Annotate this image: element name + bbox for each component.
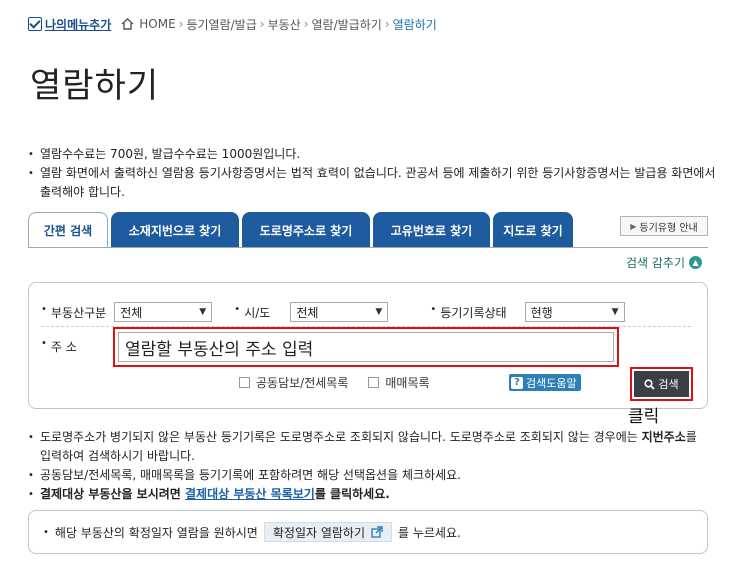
confirm-date-tail: 를 누르세요.: [398, 525, 461, 540]
notice-fee: 열람수수료는 700원, 발급수수료는 1000원입니다.: [28, 145, 718, 164]
breadcrumb-current: 열람하기: [392, 17, 437, 32]
tab-road-address[interactable]: 도로명주소로 찾기: [242, 212, 370, 248]
city-select[interactable]: 전체 ▼: [290, 302, 389, 322]
breadcrumb-separator: ›: [384, 17, 390, 31]
record-status-label: 등기기록상태: [430, 304, 506, 321]
hide-search-label: 검색 감추기: [626, 256, 686, 270]
question-icon: ?: [511, 376, 523, 389]
chevron-up-icon: ▲: [689, 256, 703, 269]
payment-list-link[interactable]: 결제대상 부동산 목록보기: [185, 487, 315, 501]
city-value: 전체: [296, 305, 319, 320]
tabs-divider: [28, 247, 708, 248]
tab-map[interactable]: 지도로 찾기: [493, 212, 573, 248]
tab-simple-search[interactable]: 간편 검색: [28, 212, 108, 248]
property-type-select[interactable]: 전체 ▼: [114, 302, 213, 322]
record-status-select[interactable]: 현행 ▼: [524, 302, 625, 322]
note-options: 공동담보/전세목록, 매매목록을 등기기록에 포함하려면 해당 선택옵션을 체크…: [28, 466, 708, 485]
chevron-down-icon: ▼: [375, 307, 383, 317]
breadcrumb-registry[interactable]: 등기열람/발급: [186, 16, 256, 33]
tab-lot-number[interactable]: 소재지번으로 찾기: [111, 212, 239, 248]
bullet: •: [43, 526, 49, 538]
home-icon: [121, 18, 134, 30]
options-row: 공동담보/전세목록 매매목록: [239, 374, 430, 391]
address-input[interactable]: 열람할 부동산의 주소 입력: [118, 332, 614, 362]
confirm-date-button-label: 확정일자 열람하기: [272, 525, 365, 540]
property-type-value: 전체: [120, 305, 143, 320]
city-label: 시/도: [234, 304, 270, 321]
search-panel: 부동산구분 전체 ▼ 시/도 전체 ▼ 등기기록상태 현행 ▼ 주 소 열람할 …: [28, 282, 708, 409]
page-title: 열람하기: [30, 66, 160, 106]
address-label: 주 소: [41, 338, 77, 355]
chevron-down-icon: ▼: [199, 307, 207, 317]
breadcrumb-separator: ›: [178, 17, 184, 31]
arrow-right-icon: ▶: [630, 221, 637, 231]
note-road-address-text: 도로명주소가 병기되지 않은 부동산 등기기록은 도로명주소로 조회되지 않습니…: [40, 430, 642, 444]
sales-list-label: 매매목록: [385, 376, 430, 390]
property-type-label: 부동산구분: [41, 304, 106, 321]
hide-search-toggle[interactable]: 검색 감추기 ▲: [626, 254, 703, 271]
record-status-value: 현행: [530, 305, 553, 320]
breadcrumb-view-issue[interactable]: 열람/발급하기: [312, 16, 382, 33]
breadcrumb-home[interactable]: HOME: [139, 17, 175, 31]
my-menu-label: 나의메뉴추가: [45, 17, 112, 32]
my-menu-add-link[interactable]: 나의메뉴추가: [28, 16, 111, 33]
filter-row: 부동산구분 전체 ▼ 시/도 전체 ▼ 등기기록상태 현행 ▼: [41, 301, 691, 323]
chevron-down-icon: ▼: [611, 307, 619, 317]
breadcrumb-separator: ›: [303, 17, 309, 31]
breadcrumb-real-estate[interactable]: 부동산: [268, 16, 301, 33]
note-payment: 결제대상 부동산을 보시려면 결제대상 부동산 목록보기를 클릭하세요.: [28, 485, 708, 504]
checkbox-icon: [28, 17, 42, 31]
note-payment-text: 결제대상 부동산을 보시려면: [40, 487, 186, 501]
sales-list-checkbox[interactable]: [368, 377, 380, 388]
note-payment-tail: 를 클릭하세요.: [314, 487, 390, 501]
click-annotation: 클릭: [628, 407, 660, 427]
search-notes: 도로명주소가 병기되지 않은 부동산 등기기록은 도로명주소로 조회되지 않습니…: [28, 428, 708, 504]
top-bar: 나의메뉴추가 HOME › 등기열람/발급 › 부동산 › 열람/발급하기 › …: [28, 14, 437, 34]
search-icon: [644, 378, 656, 390]
search-button[interactable]: 검색: [634, 371, 689, 397]
search-label: 검색: [658, 378, 679, 391]
search-tabs: 간편 검색 소재지번으로 찾기 도로명주소로 찾기 고유번호로 찾기 지도로 찾…: [28, 212, 573, 248]
joint-collateral-checkbox[interactable]: [239, 377, 250, 388]
confirm-date-box: • 해당 부동산의 확정일자 열람을 원하시면 확정일자 열람하기 를 누르세요…: [28, 510, 708, 554]
fee-notices: 열람수수료는 700원, 발급수수료는 1000원입니다. 열람 화면에서 출력…: [28, 145, 718, 202]
search-help-label: 검색도움말: [526, 376, 577, 390]
tab-unique-number[interactable]: 고유번호로 찾기: [373, 212, 490, 248]
note-lot-address: 지번주소: [641, 430, 686, 444]
registry-type-guide-button[interactable]: ▶ 등기유형 안내: [620, 216, 708, 236]
guide-label: 등기유형 안내: [639, 222, 698, 234]
breadcrumb-separator: ›: [259, 17, 265, 31]
search-help-button[interactable]: ? 검색도움말: [509, 374, 581, 391]
joint-collateral-label: 공동담보/전세목록: [256, 376, 349, 390]
breadcrumb: HOME › 등기열람/발급 › 부동산 › 열람/발급하기 › 열람하기: [121, 16, 437, 33]
notice-legal: 열람 화면에서 출력하신 열람용 등기사항증명서는 법적 효력이 없습니다. 관…: [28, 164, 718, 202]
search-button-highlight: 검색: [630, 367, 693, 401]
address-input-highlight: 열람할 부동산의 주소 입력: [113, 327, 619, 367]
note-road-address: 도로명주소가 병기되지 않은 부동산 등기기록은 도로명주소로 조회되지 않습니…: [28, 428, 708, 466]
external-link-icon: [371, 526, 383, 538]
confirm-date-text: 해당 부동산의 확정일자 열람을 원하시면: [54, 525, 258, 540]
confirm-date-button[interactable]: 확정일자 열람하기: [263, 522, 392, 542]
